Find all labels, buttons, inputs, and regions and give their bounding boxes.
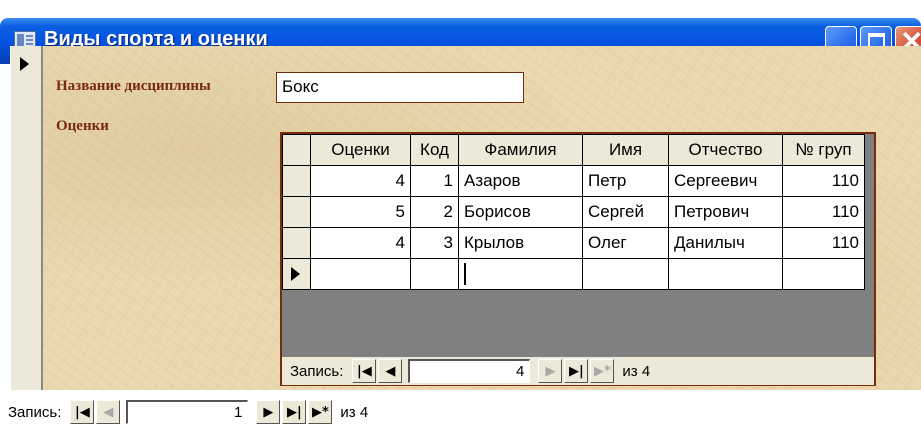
record-number-input[interactable]: 4 [408, 359, 531, 383]
column-header-grades[interactable]: Оценки [310, 134, 411, 166]
current-row-arrow-icon [291, 267, 300, 281]
cell-group[interactable]: 110 [782, 165, 865, 197]
new-record-row[interactable] [282, 258, 865, 290]
record-number-input[interactable]: 1 [126, 400, 249, 424]
cell-code[interactable]: 1 [410, 165, 459, 197]
new-cell-group[interactable] [782, 258, 865, 290]
previous-record-button[interactable]: ◀ [96, 400, 121, 424]
cell-grade[interactable]: 5 [310, 196, 411, 228]
cell-name[interactable]: Олег [582, 227, 669, 259]
cell-group[interactable]: 110 [782, 196, 865, 228]
cell-group[interactable]: 110 [782, 227, 865, 259]
row-selector[interactable] [282, 196, 311, 228]
row-selector[interactable] [282, 258, 311, 290]
new-record-button[interactable]: ▶* [308, 400, 333, 424]
subform-record-navigator: Запись: |◀ ◀ 4 ▶ ▶| ▶* из 4 [282, 357, 874, 385]
next-record-button[interactable]: ▶ [538, 359, 563, 383]
subform-record-count: из 4 [622, 362, 651, 380]
new-cell-patronymic[interactable] [668, 258, 783, 290]
main-nav-label: Запись: [8, 403, 62, 421]
text-cursor [464, 263, 466, 285]
first-record-button[interactable]: |◀ [352, 359, 377, 383]
current-record-arrow-icon [20, 57, 29, 71]
next-record-button[interactable]: ▶ [256, 400, 281, 424]
main-record-navigator: Запись: |◀ ◀ 1 ▶ ▶| ▶* из 4 [0, 398, 470, 426]
discipline-input[interactable]: Бокс [276, 72, 524, 103]
grades-label: Оценки [56, 118, 109, 134]
cell-surname[interactable]: Крылов [458, 227, 583, 259]
last-record-button[interactable]: ▶| [564, 359, 589, 383]
new-cell-surname[interactable] [458, 258, 583, 290]
column-header-name[interactable]: Имя [582, 134, 669, 166]
cell-name[interactable]: Сергей [582, 196, 669, 228]
subform-nav-label: Запись: [290, 362, 344, 380]
column-header-patronymic[interactable]: Отчество [668, 134, 783, 166]
new-cell-code[interactable] [410, 258, 459, 290]
column-header-code[interactable]: Код [410, 134, 459, 166]
last-record-button[interactable]: ▶| [282, 400, 307, 424]
cell-name[interactable]: Петр [582, 165, 669, 197]
record-selector[interactable] [10, 46, 43, 390]
cell-patronymic[interactable]: Данилыч [668, 227, 783, 259]
cell-grade[interactable]: 4 [310, 227, 411, 259]
new-record-button[interactable]: ▶* [590, 359, 615, 383]
cell-surname[interactable]: Борисов [458, 196, 583, 228]
grades-subform: Оценки Код Фамилия Имя Отчество № груп 4… [280, 132, 876, 386]
previous-record-button[interactable]: ◀ [378, 359, 403, 383]
column-header-surname[interactable]: Фамилия [458, 134, 583, 166]
cell-patronymic[interactable]: Петрович [668, 196, 783, 228]
cell-surname[interactable]: Азаров [458, 165, 583, 197]
table-row[interactable]: 4 1 Азаров Петр Сергеевич 110 [282, 165, 865, 197]
column-header-group[interactable]: № груп [782, 134, 865, 166]
main-record-count: из 4 [340, 403, 369, 421]
cell-grade[interactable]: 4 [310, 165, 411, 197]
grades-datasheet: Оценки Код Фамилия Имя Отчество № груп 4… [282, 134, 865, 290]
new-cell-grade[interactable] [310, 258, 411, 290]
table-row[interactable]: 5 2 Борисов Сергей Петрович 110 [282, 196, 865, 228]
row-selector[interactable] [282, 227, 311, 259]
cell-code[interactable]: 2 [410, 196, 459, 228]
new-cell-name[interactable] [582, 258, 669, 290]
cell-code[interactable]: 3 [410, 227, 459, 259]
discipline-label: Название дисциплины [56, 78, 211, 94]
cell-patronymic[interactable]: Сергеевич [668, 165, 783, 197]
select-all-corner[interactable] [282, 134, 311, 166]
first-record-button[interactable]: |◀ [70, 400, 95, 424]
table-row[interactable]: 4 3 Крылов Олег Данилыч 110 [282, 227, 865, 259]
row-selector[interactable] [282, 165, 311, 197]
